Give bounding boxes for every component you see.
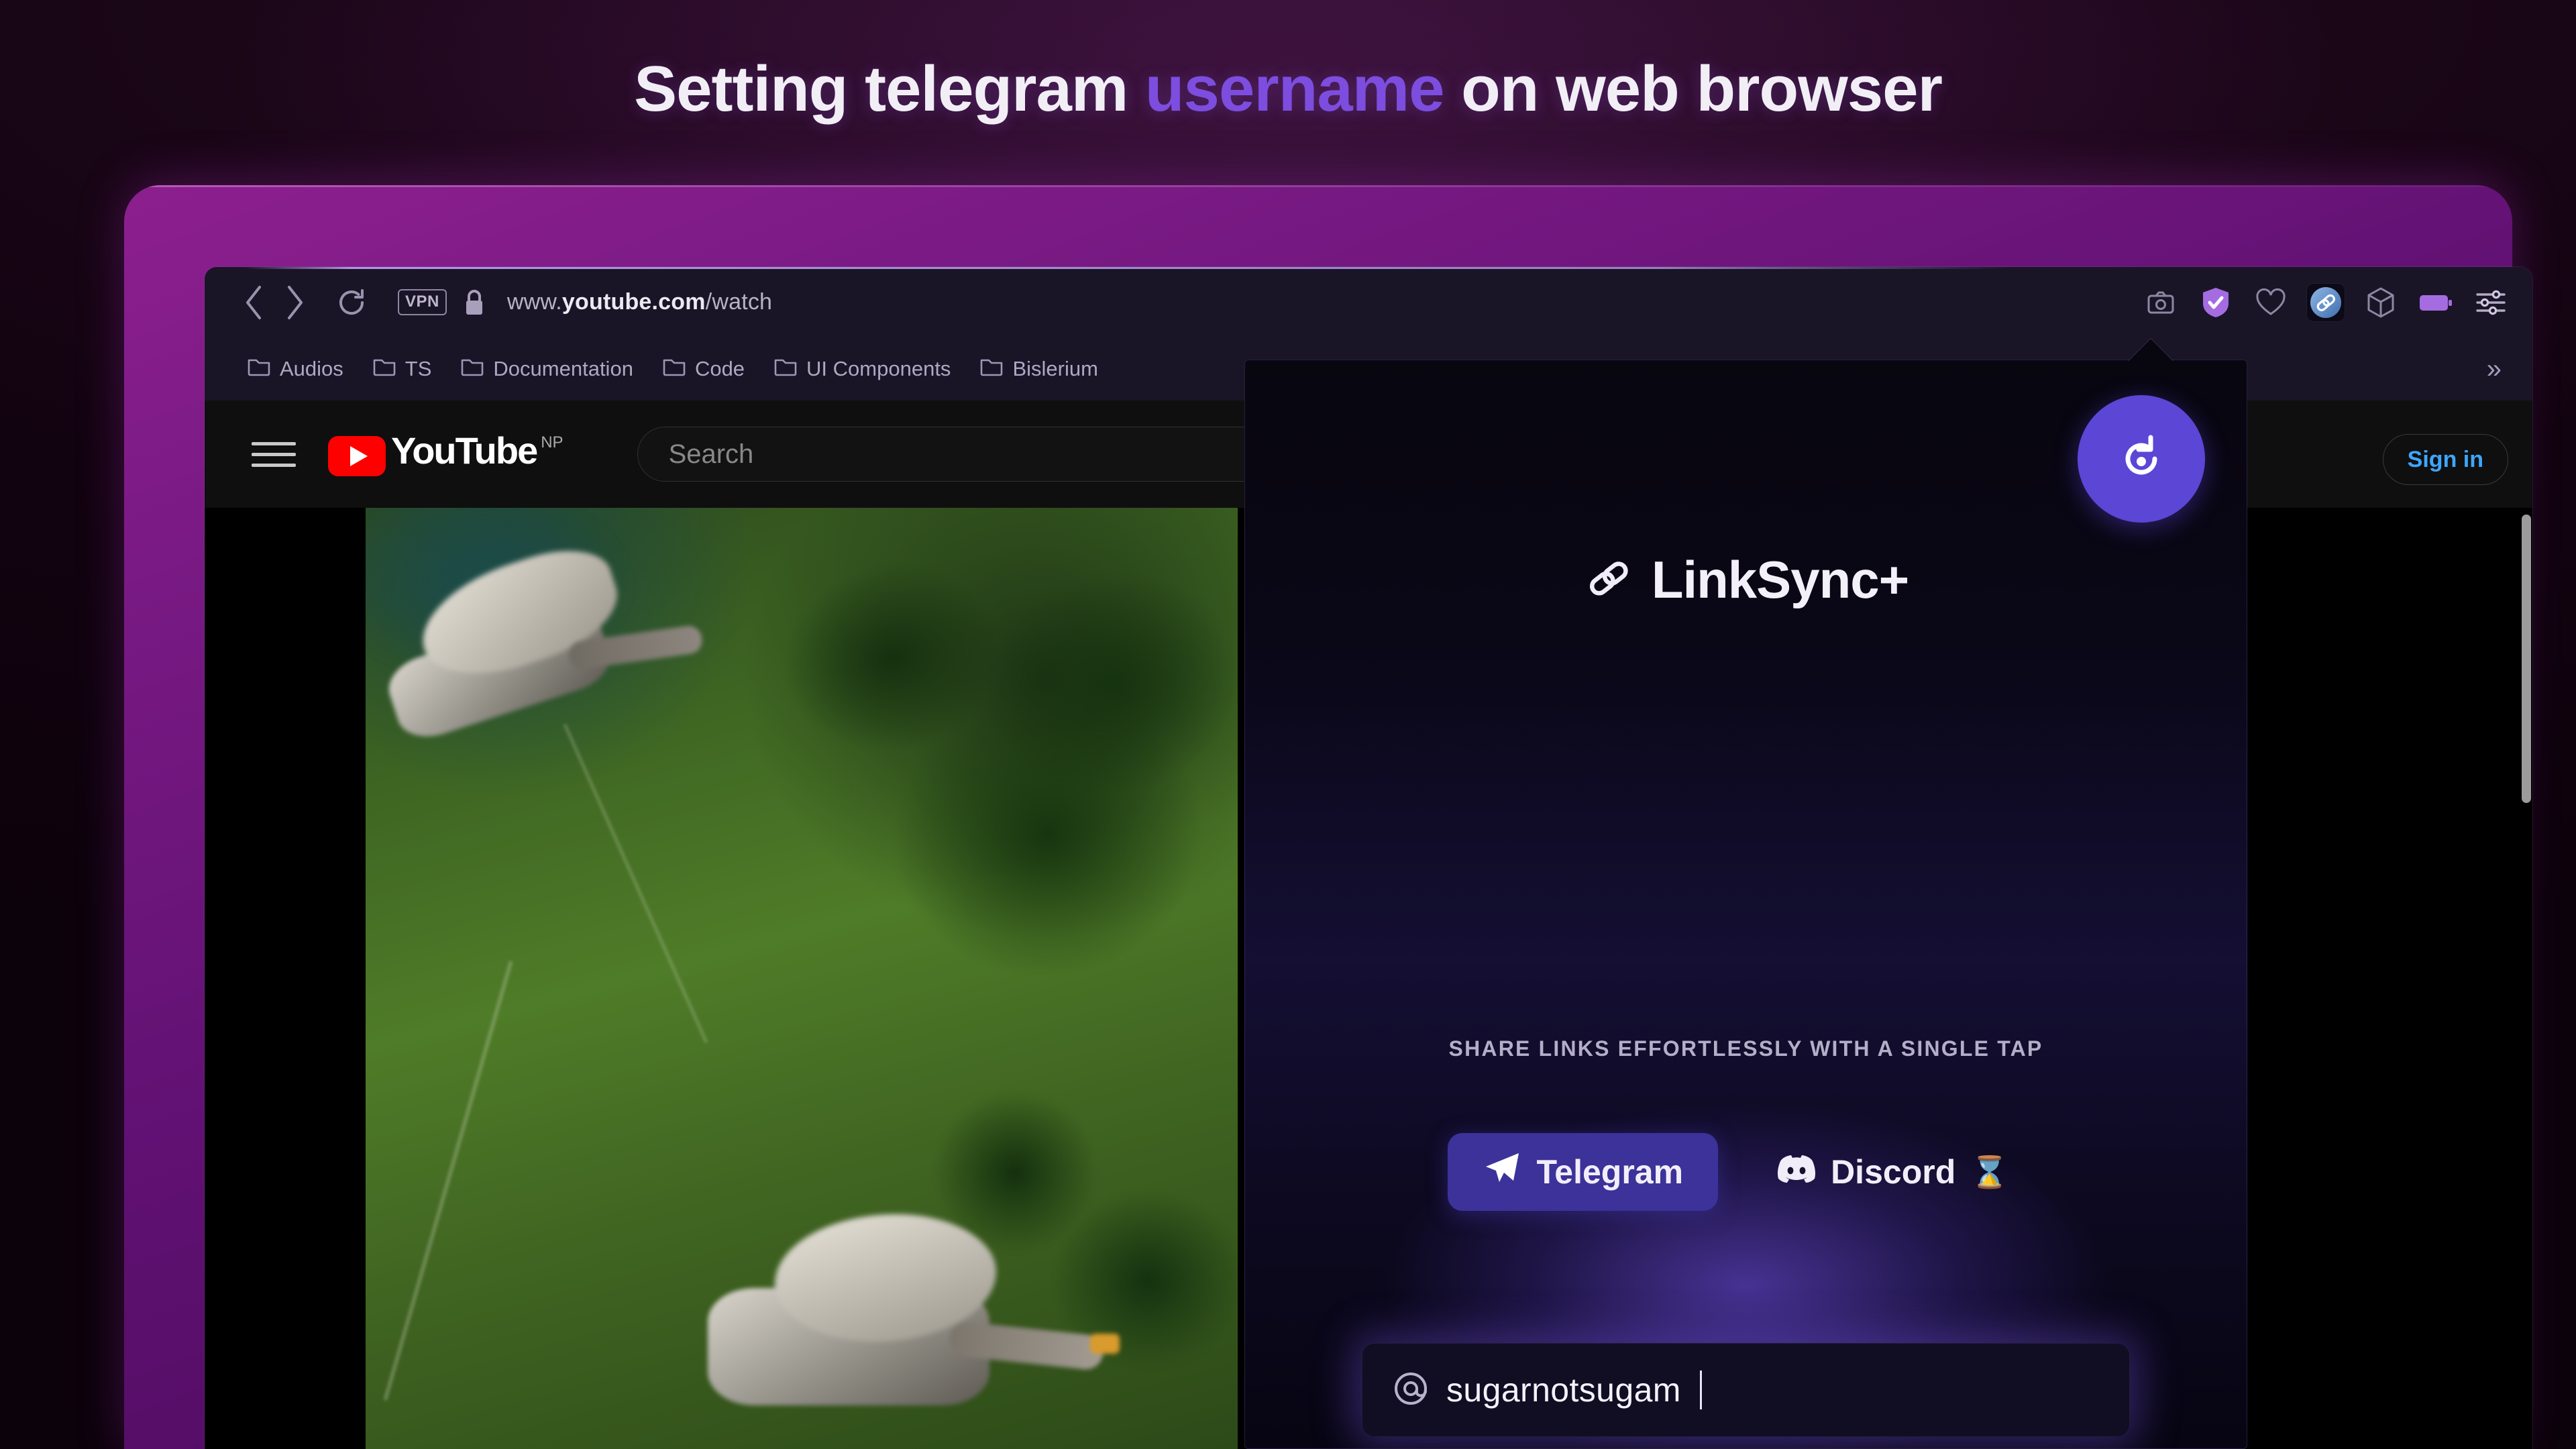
hourglass-icon: ⌛	[1970, 1154, 2009, 1189]
camera-icon[interactable]	[2142, 284, 2180, 321]
bookmark-item[interactable]: Audios	[233, 356, 358, 382]
text-caret	[1699, 1371, 1702, 1409]
reset-button[interactable]	[2078, 395, 2205, 523]
video-path	[383, 961, 513, 1401]
at-sign-icon	[1393, 1371, 1429, 1410]
video-player[interactable]	[366, 508, 1238, 1449]
sign-in-button[interactable]: Sign in	[2382, 434, 2508, 485]
youtube-wordmark: YouTube	[391, 429, 538, 472]
tab-telegram[interactable]: Telegram	[1448, 1133, 1719, 1211]
lock-icon[interactable]	[462, 287, 487, 318]
page-title-before: Setting telegram	[634, 53, 1145, 125]
bookmark-label: Audios	[280, 357, 343, 380]
bookmark-label: Documentation	[493, 357, 633, 380]
bookmark-item[interactable]: Bislerium	[965, 356, 1112, 382]
url-domain: youtube.com	[561, 289, 706, 315]
username-input[interactable]: sugarnotsugam	[1362, 1343, 2130, 1437]
sliders-icon[interactable]	[2472, 284, 2510, 321]
bookmark-item[interactable]: TS	[358, 356, 447, 382]
bookmark-label: UI Components	[806, 357, 951, 380]
username-field-wrapper: sugarnotsugam	[1245, 1343, 2247, 1437]
folder-icon	[373, 356, 396, 382]
play-icon	[328, 436, 386, 476]
video-path-secondary	[563, 723, 708, 1044]
bookmark-label: Bislerium	[1012, 357, 1098, 380]
linksync-icon[interactable]	[2307, 283, 2345, 321]
folder-icon	[980, 356, 1003, 382]
bookmark-item[interactable]: UI Components	[759, 356, 965, 382]
back-button[interactable]	[233, 282, 274, 323]
heart-icon[interactable]	[2252, 284, 2290, 321]
battery-icon[interactable]	[2417, 284, 2455, 321]
page-title: Setting telegram username on web browser	[0, 52, 2576, 126]
tab-discord-label: Discord	[1831, 1153, 1956, 1191]
link-chain-icon	[1583, 553, 1634, 607]
folder-icon	[248, 356, 270, 382]
bookmark-item[interactable]: Code	[648, 356, 759, 382]
folder-icon	[461, 356, 484, 382]
forward-button[interactable]	[274, 282, 316, 323]
youtube-logo[interactable]: YouTube NP	[328, 432, 564, 476]
popup-tagline: SHARE LINKS EFFORTLESSLY WITH A SINGLE T…	[1448, 1036, 2043, 1061]
telegram-paper-plane-icon	[1483, 1150, 1521, 1193]
username-input-value: sugarnotsugam	[1446, 1371, 1681, 1409]
reload-button[interactable]	[331, 282, 372, 323]
popup-brand: LinkSync+	[1245, 549, 2247, 610]
bookmarks-overflow-button[interactable]: »	[2487, 354, 2508, 384]
popup-pointer-arrow	[2128, 339, 2174, 362]
folder-icon	[663, 356, 686, 382]
service-tabs: Telegram Discord ⌛	[1245, 1133, 2247, 1211]
video-letterbox	[205, 508, 366, 1449]
tab-telegram-label: Telegram	[1536, 1153, 1684, 1191]
brand-name: LinkSync+	[1651, 550, 1909, 609]
tab-discord[interactable]: Discord ⌛	[1742, 1135, 2043, 1209]
hamburger-icon[interactable]	[252, 441, 296, 467]
url-prefix: www.	[506, 289, 562, 315]
discord-icon	[1777, 1152, 1816, 1191]
extension-toolbar	[2142, 283, 2510, 321]
vpn-badge[interactable]: VPN	[398, 289, 447, 315]
url-path: /watch	[705, 289, 773, 315]
linksync-popup: LinkSync+ SHARE LINKS EFFORTLESSLY WITH …	[1244, 360, 2247, 1449]
browser-toolbar: VPN www.youtube.com/watch	[205, 267, 2532, 337]
video-bird	[654, 1208, 1124, 1449]
page-title-after: on web browser	[1444, 53, 1943, 125]
folder-icon	[774, 356, 797, 382]
cube-icon[interactable]	[2362, 284, 2400, 321]
page-title-highlight: username	[1144, 53, 1445, 125]
video-treeline	[707, 508, 1238, 1040]
youtube-locale-superscript: NP	[541, 433, 564, 451]
shield-check-icon[interactable]	[2197, 284, 2235, 321]
bookmark-item[interactable]: Documentation	[446, 356, 648, 382]
page-scrollbar[interactable]	[2522, 515, 2531, 803]
address-bar[interactable]: www.youtube.com/watch	[507, 289, 772, 315]
bookmark-label: Code	[694, 357, 745, 380]
bookmark-label: TS	[405, 357, 432, 380]
tab-strip-highlight	[245, 267, 2009, 269]
